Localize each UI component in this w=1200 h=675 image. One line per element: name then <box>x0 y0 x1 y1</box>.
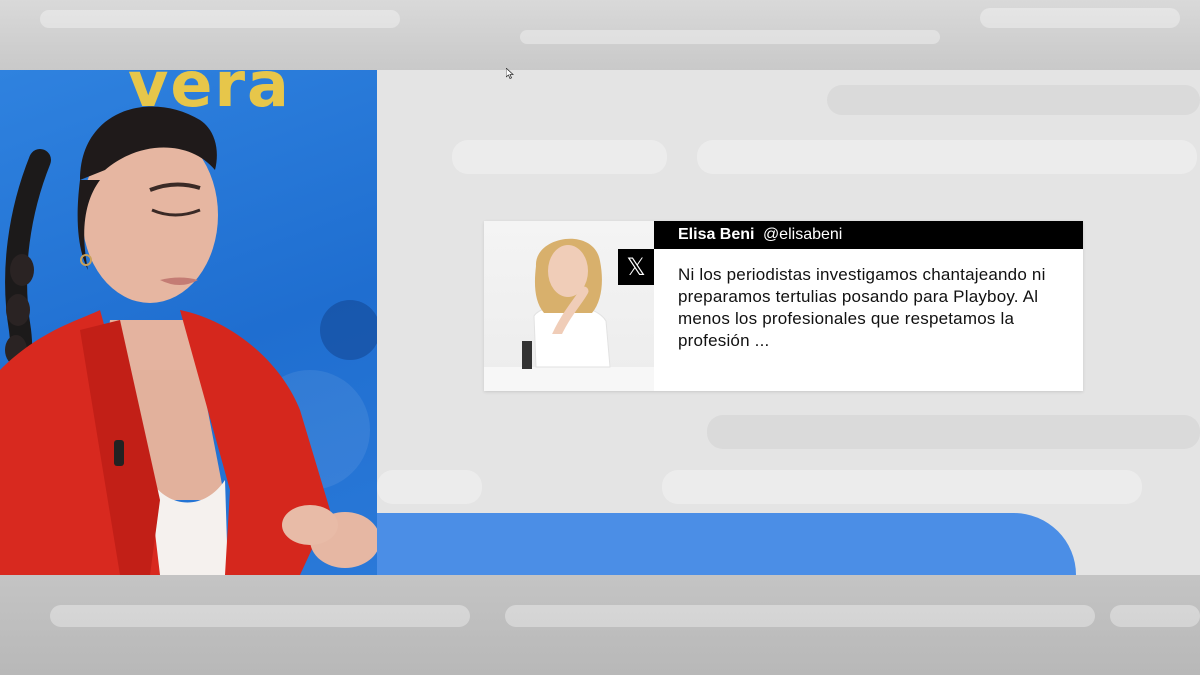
bg-streak <box>707 415 1200 449</box>
blur-streak <box>505 605 1095 627</box>
camera-panel: vera <box>0 70 377 575</box>
letterbox-bottom <box>0 575 1200 675</box>
blur-streak <box>520 30 940 44</box>
bg-streak <box>452 140 667 174</box>
tweet-author: Elisa Beni @elisabeni <box>654 221 1083 249</box>
author-portrait <box>484 238 654 391</box>
bg-streak <box>662 470 1142 504</box>
presenter-figure <box>0 106 377 575</box>
x-logo-icon: 𝕏 <box>618 249 654 285</box>
lower-blue-bar <box>377 513 1076 575</box>
letterbox-top <box>0 0 1200 70</box>
author-name: Elisa Beni <box>678 226 755 243</box>
blur-streak <box>1110 605 1200 627</box>
blur-streak <box>50 605 470 627</box>
bg-streak <box>377 470 482 504</box>
bg-streak <box>827 85 1200 115</box>
tweet-text: Ni los periodistas investigamos chantaje… <box>678 265 1046 350</box>
tweet-card: Elisa Beni @elisabeni 𝕏 Ni los periodist… <box>484 221 1083 391</box>
author-photo <box>484 221 654 391</box>
author-handle: @elisabeni <box>762 226 843 243</box>
mouse-cursor-icon <box>506 68 514 79</box>
bg-streak <box>697 140 1197 174</box>
blur-streak <box>980 8 1180 28</box>
blur-streak <box>40 10 400 28</box>
